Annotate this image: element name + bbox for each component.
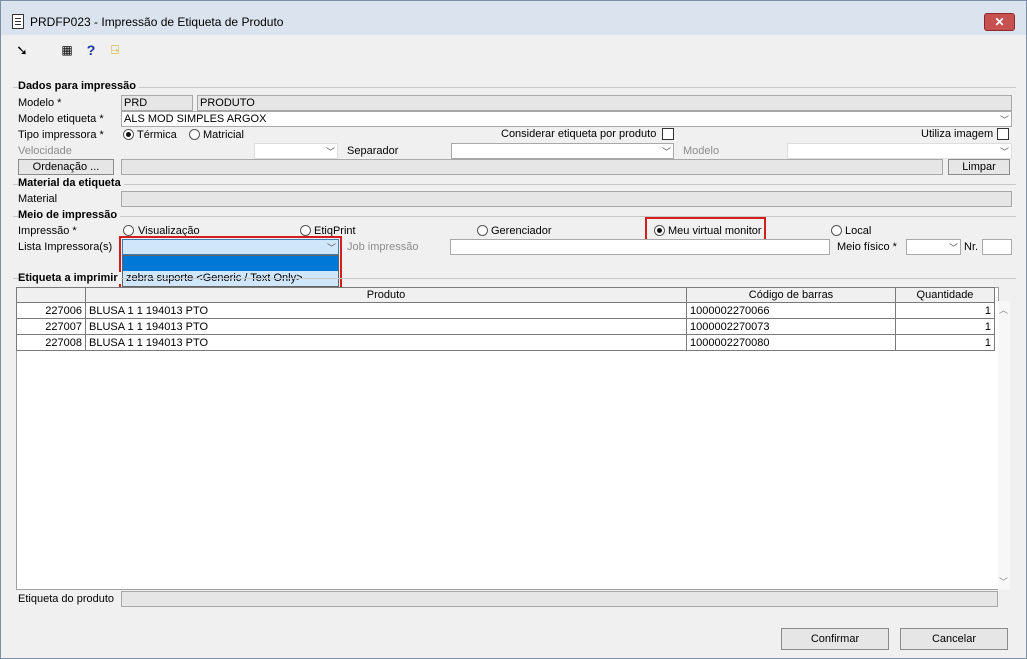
row-codigo: 1000002270066	[686, 302, 896, 319]
chevron-up-icon[interactable]: ︿	[999, 303, 1008, 316]
modelo-code-field[interactable]: PRD	[121, 95, 193, 111]
radio-local[interactable]	[831, 225, 842, 236]
row-quantidade: 1	[895, 334, 995, 351]
ordenacao-button[interactable]: Ordenação ...	[18, 159, 114, 175]
vertical-scrollbar[interactable]: ︿ ﹀	[998, 301, 1010, 590]
column-header-id	[16, 287, 86, 303]
row-codigo: 1000002270080	[686, 334, 896, 351]
row-codigo: 1000002270073	[686, 318, 896, 335]
group-divider	[13, 278, 1016, 279]
row-quantidade: 1	[895, 318, 995, 335]
chevron-down-icon: ﹀	[999, 147, 1009, 157]
considerar-etiqueta-checkbox[interactable]	[662, 128, 674, 140]
modelo-etiqueta-value: ALS MOD SIMPLES ARGOX	[124, 113, 267, 125]
matricial-label: Matricial	[203, 129, 244, 141]
row-id: 227007	[16, 318, 86, 335]
group-divider	[13, 216, 1016, 217]
table-row[interactable]: 227008 BLUSA 1 1 194013 PTO 100000227008…	[16, 334, 995, 351]
job-impressao-field[interactable]	[450, 239, 830, 255]
local-label: Local	[845, 225, 872, 237]
chevron-down-icon[interactable]: ﹀	[999, 575, 1008, 588]
close-button[interactable]: ✕	[984, 13, 1015, 31]
modelo-etiqueta-label: Modelo etiqueta *	[18, 113, 104, 125]
table-row[interactable]: 227007 BLUSA 1 1 194013 PTO 100000227007…	[16, 318, 995, 335]
modelo-desc-field: PRODUTO	[197, 95, 1012, 111]
radio-meu-virtual-monitor[interactable]	[654, 225, 665, 236]
material-legend: Material da etiqueta	[18, 177, 124, 189]
chevron-down-icon: ﹀	[948, 243, 958, 253]
column-header-quantidade[interactable]: Quantidade	[895, 287, 995, 303]
row-quantidade: 1	[895, 302, 995, 319]
confirmar-button[interactable]: Confirmar	[781, 628, 889, 650]
row-produto: BLUSA 1 1 194013 PTO	[85, 334, 687, 351]
highlight-box	[119, 236, 342, 289]
meio-fisico-select[interactable]: ﹀	[906, 239, 961, 255]
separador-select[interactable]: ﹀	[451, 143, 674, 159]
group-divider	[13, 87, 1016, 88]
window-title: PRDFP023 - Impressão de Etiqueta de Prod…	[30, 15, 284, 29]
chevron-down-icon: ﹀	[999, 115, 1009, 125]
meu-virtual-monitor-label: Meu virtual monitor	[668, 225, 762, 237]
material-field	[121, 191, 1012, 207]
row-produto: BLUSA 1 1 194013 PTO	[85, 302, 687, 319]
radio-visualizacao[interactable]	[123, 225, 134, 236]
toolbar	[1, 35, 1026, 65]
utiliza-imagem-checkbox[interactable]	[997, 128, 1009, 140]
radio-matricial[interactable]	[189, 129, 200, 140]
etiqueta-produto-label: Etiqueta do produto	[18, 593, 115, 605]
help-icon[interactable]: ?	[84, 43, 98, 57]
utiliza-imagem-label: Utiliza imagem	[921, 128, 994, 140]
meio-legend: Meio de impressão	[18, 209, 121, 221]
nr-field[interactable]	[982, 239, 1012, 255]
title-bar: PRDFP023 - Impressão de Etiqueta de Prod…	[1, 1, 1026, 35]
chevron-down-icon: ﹀	[661, 147, 671, 157]
job-impressao-label: Job impressão	[347, 241, 419, 253]
row-id: 227008	[16, 334, 86, 351]
etiqueta-legend: Etiqueta a imprimir	[18, 272, 121, 284]
tipo-impressora-label: Tipo impressora *	[18, 129, 104, 141]
termica-label: Térmica	[137, 129, 177, 141]
ordenacao-field	[121, 159, 943, 175]
etiqueta-table: Produto Código de barras Quantidade 2270…	[16, 287, 995, 351]
nr-label: Nr.	[964, 241, 979, 253]
limpar-button[interactable]: Limpar	[948, 159, 1010, 175]
material-label: Material	[18, 193, 58, 205]
modelo-etiqueta-select[interactable]: ALS MOD SIMPLES ARGOX ﹀	[121, 111, 1012, 127]
modelo2-select[interactable]: ﹀	[787, 143, 1012, 159]
exit-door-icon[interactable]: ⍈	[108, 43, 122, 57]
radio-etiqprint[interactable]	[300, 225, 311, 236]
dados-legend: Dados para impressão	[18, 80, 139, 92]
row-id: 227006	[16, 302, 86, 319]
separador-label: Separador	[347, 145, 399, 157]
dialog-window: PRDFP023 - Impressão de Etiqueta de Prod…	[0, 0, 1027, 659]
etiqueta-produto-field	[121, 591, 998, 607]
impressao-label: Impressão *	[18, 225, 77, 237]
table-row[interactable]: 227006 BLUSA 1 1 194013 PTO 100000227006…	[16, 302, 995, 319]
calendar-icon[interactable]: ▦	[60, 43, 74, 57]
document-icon	[12, 14, 24, 29]
velocidade-select[interactable]: ﹀	[254, 143, 338, 159]
considerar-etiqueta-label: Considerar etiqueta por produto	[501, 128, 657, 140]
modelo-label: Modelo *	[18, 97, 62, 109]
row-produto: BLUSA 1 1 194013 PTO	[85, 318, 687, 335]
chevron-down-icon: ﹀	[325, 147, 335, 157]
group-divider	[13, 184, 1016, 185]
meio-fisico-label: Meio físico *	[837, 241, 897, 253]
table-header-row: Produto Código de barras Quantidade	[16, 287, 995, 303]
column-header-codigo[interactable]: Código de barras	[686, 287, 896, 303]
velocidade-label: Velocidade	[18, 145, 72, 157]
radio-gerenciador[interactable]	[477, 225, 488, 236]
column-header-produto[interactable]: Produto	[85, 287, 687, 303]
cancelar-button[interactable]: Cancelar	[900, 628, 1008, 650]
modelo2-label: Modelo	[683, 145, 720, 157]
lista-impressoras-label: Lista Impressora(s)	[18, 241, 113, 253]
radio-termica[interactable]	[123, 129, 134, 140]
gerenciador-label: Gerenciador	[491, 225, 552, 237]
arrow-icon[interactable]: ➘	[15, 43, 29, 57]
